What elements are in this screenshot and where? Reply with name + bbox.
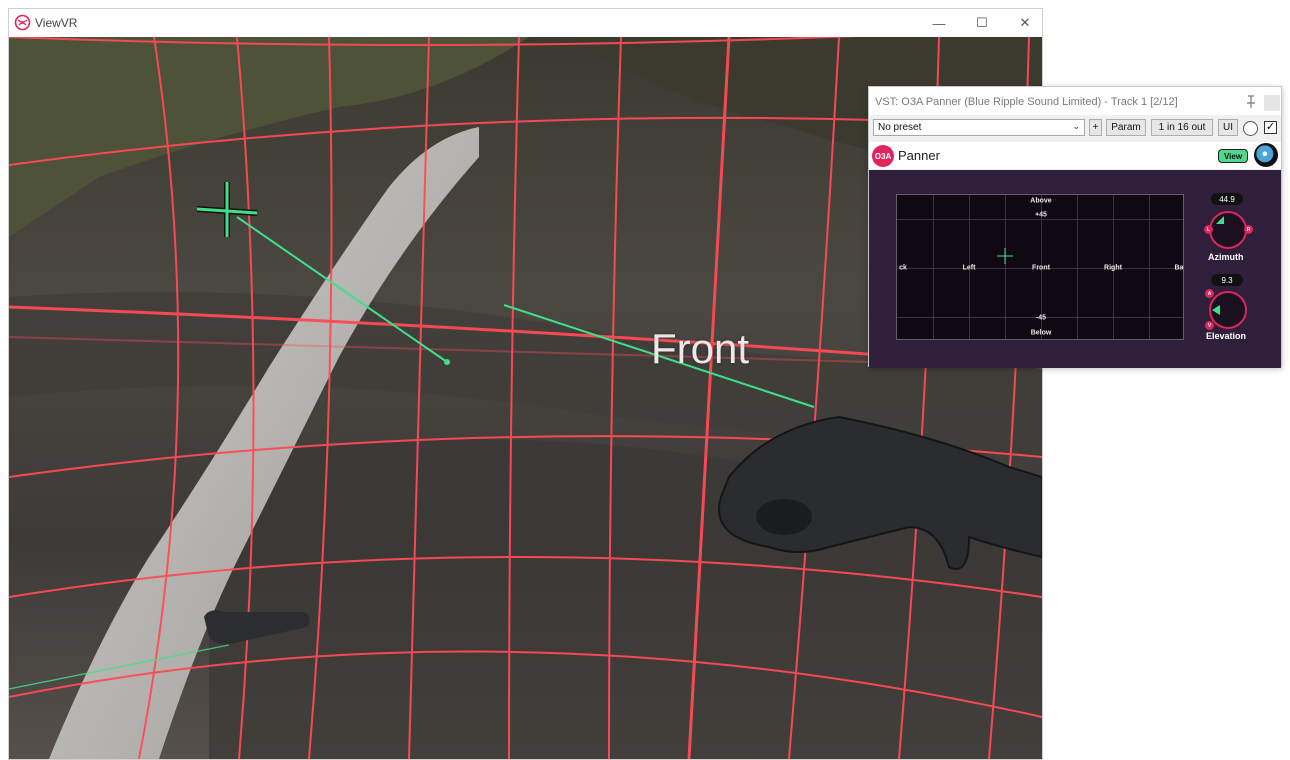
viewvr-titlebar[interactable]: ViewVR — ☐ ✕ — [9, 9, 1042, 37]
maximize-button[interactable]: ☐ — [959, 9, 1005, 37]
vst-title: VST: O3A Panner (Blue Ripple Sound Limit… — [875, 96, 1178, 108]
pointer-endpoint — [444, 359, 450, 365]
label-below: Below — [1030, 329, 1052, 337]
label-back-left: ck — [899, 264, 907, 272]
blue-ripple-logo-icon — [1254, 143, 1278, 167]
elevation-pointer-icon — [1212, 305, 1220, 315]
elevation-knob[interactable]: A V — [1205, 289, 1247, 330]
bypass-checkbox[interactable]: ✓ — [1264, 121, 1277, 134]
chevron-down-icon: ⌄ — [1072, 121, 1080, 131]
label-back-right: Ba — [1174, 264, 1184, 272]
plugin-header: O3A Panner View — [869, 142, 1281, 169]
elevation-up-marker: A — [1205, 289, 1214, 298]
azimuth-value[interactable]: 44.9 — [1211, 193, 1243, 205]
label-front: Front — [1032, 264, 1050, 272]
elevation-down-marker: V — [1205, 321, 1214, 330]
o3a-logo: O3A — [872, 145, 894, 167]
label-right: Right — [1104, 264, 1122, 272]
view-button[interactable]: View — [1218, 149, 1248, 163]
label-left: Left — [962, 264, 976, 272]
param-button[interactable]: Param — [1106, 119, 1146, 136]
io-config-button[interactable]: 1 in 16 out — [1151, 119, 1213, 136]
wet-dry-knob-icon[interactable] — [1243, 121, 1258, 136]
azimuth-left-marker: L — [1204, 225, 1213, 234]
minimize-button[interactable]: — — [916, 9, 962, 37]
vst-close-button[interactable] — [1264, 95, 1280, 111]
elevation-label: Elevation — [1206, 331, 1247, 341]
azimuth-right-marker: R — [1244, 225, 1253, 234]
vst-toolbar: No preset ⌄ + Param 1 in 16 out UI ✓ — [869, 117, 1281, 139]
ui-button[interactable]: UI — [1218, 119, 1238, 136]
elevation-value[interactable]: 9.3 — [1211, 274, 1243, 286]
vr-controller-trigger — [756, 499, 812, 535]
azimuth-knob[interactable]: L R — [1204, 211, 1253, 249]
label-minus45: -45 — [1035, 314, 1047, 322]
close-button[interactable]: ✕ — [1002, 9, 1048, 37]
label-plus45: +45 — [1035, 211, 1047, 219]
panner-body: Above +45 ck Left Front Right Ba -45 Bel… — [869, 170, 1281, 368]
label-above: Above — [1030, 197, 1052, 205]
add-preset-button[interactable]: + — [1089, 119, 1102, 136]
azimuth-label: Azimuth — [1208, 252, 1244, 262]
viewvr-app-icon — [14, 14, 31, 31]
plugin-name: Panner — [898, 148, 940, 163]
source-position-cross-icon[interactable] — [997, 248, 1013, 264]
vst-plugin-window: VST: O3A Panner (Blue Ripple Sound Limit… — [868, 86, 1282, 368]
preset-dropdown[interactable]: No preset ⌄ — [873, 119, 1085, 136]
front-direction-label: Front — [651, 325, 750, 372]
vst-titlebar[interactable]: VST: O3A Panner (Blue Ripple Sound Limit… — [869, 87, 1281, 115]
viewvr-title: ViewVR — [35, 16, 78, 30]
pin-icon[interactable] — [1243, 94, 1259, 110]
panner-grid[interactable]: Above +45 ck Left Front Right Ba -45 Bel… — [896, 194, 1184, 340]
azimuth-pointer-icon — [1216, 216, 1224, 224]
preset-value: No preset — [878, 122, 922, 133]
